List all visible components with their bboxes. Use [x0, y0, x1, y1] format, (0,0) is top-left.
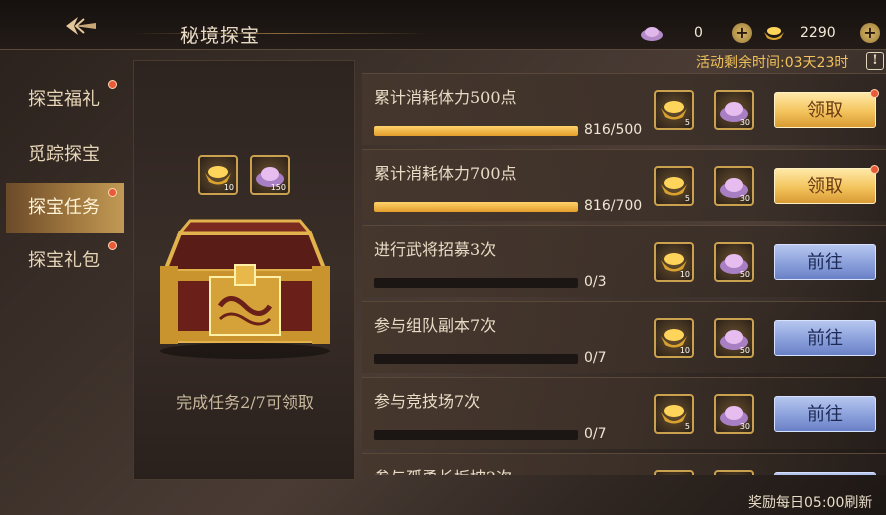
task-label: 参与竞技场7次	[374, 392, 481, 411]
nav-item-label: 探宝福礼	[28, 89, 100, 110]
reward-count: 5	[684, 194, 690, 203]
reward-gem[interactable]	[714, 470, 754, 475]
progress-text: 0/7	[584, 426, 607, 442]
task-label: 累计消耗体力500点	[374, 88, 517, 107]
progress-bar	[374, 354, 578, 364]
reward-count: 5	[684, 422, 690, 431]
go-button[interactable]	[774, 472, 876, 475]
reward-count: 50	[739, 270, 750, 279]
reward-gold[interactable]: 5	[654, 166, 694, 206]
progress-fill	[374, 126, 578, 136]
reward-gem[interactable]: 30	[714, 166, 754, 206]
gold-amount: 2290	[800, 25, 836, 41]
progress-text: 0/3	[584, 274, 607, 290]
task-label: 参与孤勇长坂坡2次	[374, 464, 512, 475]
task-list: 累计消耗体力500点 816/500 5 30 领取 累计消耗体力700点 81…	[362, 70, 886, 475]
task-row: 累计消耗体力700点 816/700 5 30 领取	[362, 149, 886, 221]
task-row: 进行武将招募3次 0/3 10 50 前往	[362, 225, 886, 297]
treasure-chest-icon[interactable]	[150, 211, 340, 361]
task-row: 参与孤勇长坂坡2次	[362, 453, 886, 475]
go-button[interactable]: 前往	[774, 396, 876, 432]
reward-count: 30	[739, 118, 750, 127]
reward-count: 10	[679, 346, 690, 355]
reward-count: 150	[270, 183, 286, 192]
add-gold-button[interactable]: +	[860, 23, 880, 43]
reward-gold[interactable]: 5	[654, 90, 694, 130]
claim-button[interactable]: 领取	[774, 168, 876, 204]
notification-dot	[108, 80, 117, 89]
reward-count: 10	[223, 183, 234, 192]
progress-text: 0/7	[584, 350, 607, 366]
progress-bar	[374, 202, 578, 212]
task-row: 累计消耗体力500点 816/500 5 30 领取	[362, 73, 886, 145]
chest-reward-gem[interactable]: 150	[250, 155, 290, 195]
chest-panel: 10 150 完成任务2/7可领取	[133, 60, 355, 480]
back-arrow-icon	[66, 17, 96, 35]
info-icon[interactable]: !	[866, 52, 884, 70]
page-title: 秘境探宝	[180, 25, 261, 47]
title-decoration	[130, 33, 430, 34]
notification-dot	[108, 188, 117, 197]
reward-count: 30	[739, 194, 750, 203]
reward-gold[interactable]: 5	[654, 394, 694, 434]
progress-fill	[374, 202, 578, 212]
reward-gem[interactable]: 50	[714, 318, 754, 358]
go-button[interactable]: 前往	[774, 244, 876, 280]
back-button[interactable]	[60, 12, 100, 40]
progress-text: 816/500	[584, 122, 643, 138]
top-bar: 秘境探宝 0 + 2290 +	[0, 0, 886, 50]
nav-item-treasure-pack[interactable]: 探宝礼包	[6, 236, 124, 286]
reward-count: 30	[739, 422, 750, 431]
reward-gold[interactable]	[654, 470, 694, 475]
refresh-note: 奖励每日05:00刷新	[748, 495, 873, 511]
progress-bar	[374, 430, 578, 440]
progress-bar	[374, 126, 578, 136]
chest-reward-gold[interactable]: 10	[198, 155, 238, 195]
chest-requirement-text: 完成任务2/7可领取	[176, 393, 314, 412]
reward-count: 50	[739, 346, 750, 355]
progress-text: 816/700	[584, 198, 643, 214]
event-timer: 活动剩余时间:03天23时	[696, 55, 849, 71]
reward-gold[interactable]: 10	[654, 242, 694, 282]
reward-gem[interactable]: 50	[714, 242, 754, 282]
nav-item-label: 探宝任务	[28, 197, 100, 218]
nav-item-treasure-gift[interactable]: 探宝福礼	[6, 75, 124, 125]
reward-count: 10	[679, 270, 690, 279]
claim-button[interactable]: 领取	[774, 92, 876, 128]
task-label: 参与组队副本7次	[374, 316, 497, 335]
pink-gem-icon	[641, 27, 663, 41]
gold-ingot-icon	[764, 27, 784, 40]
left-nav: 探宝福礼 觅踪探宝 探宝任务 探宝礼包	[0, 60, 125, 515]
task-label: 进行武将招募3次	[374, 240, 497, 259]
notification-dot	[108, 241, 117, 250]
nav-item-label: 觅踪探宝	[28, 144, 100, 165]
reward-gold[interactable]: 10	[654, 318, 694, 358]
add-gem-button[interactable]: +	[732, 23, 752, 43]
reward-gem[interactable]: 30	[714, 90, 754, 130]
gold-currency: 2290 +	[762, 22, 880, 44]
reward-gem[interactable]: 30	[714, 394, 754, 434]
task-row: 参与竞技场7次 0/7 5 30 前往	[362, 377, 886, 449]
nav-item-treasure-tasks[interactable]: 探宝任务	[6, 183, 124, 233]
nav-item-label: 探宝礼包	[28, 250, 100, 271]
gem-amount: 0	[694, 25, 703, 41]
progress-bar	[374, 278, 578, 288]
go-button[interactable]: 前往	[774, 320, 876, 356]
gem-currency: 0 +	[640, 22, 752, 44]
task-label: 累计消耗体力700点	[374, 164, 517, 183]
notification-dot	[870, 89, 879, 98]
task-row: 参与组队副本7次 0/7 10 50 前往	[362, 301, 886, 373]
nav-item-trace-treasure[interactable]: 觅踪探宝	[6, 130, 124, 180]
reward-count: 5	[684, 118, 690, 127]
notification-dot	[870, 165, 879, 174]
